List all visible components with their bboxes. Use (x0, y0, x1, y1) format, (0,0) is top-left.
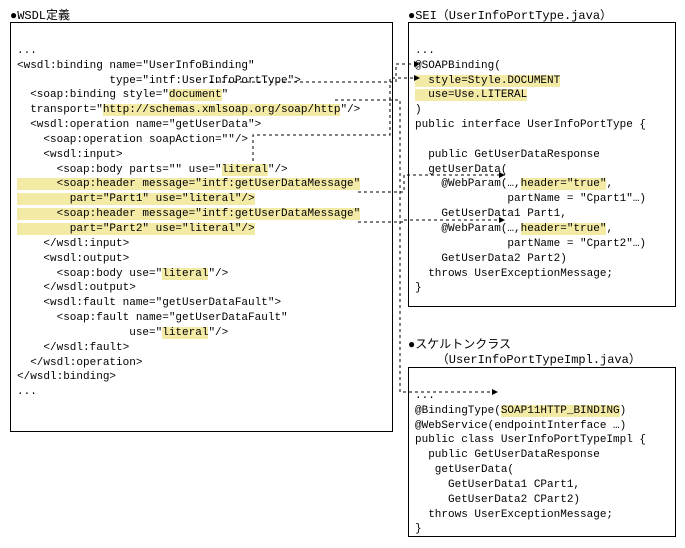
skel-l02hl: SOAP11HTTP_BINDING (501, 405, 620, 417)
wsdl-l12: <wsdl:output> (17, 253, 129, 265)
wsdl-l01: ... (17, 45, 37, 57)
skel-l05: public GetUserDataResponse (415, 449, 600, 461)
wsdl-l14: </wsdl:output> (17, 282, 136, 294)
sei-title: ●SEI（UserInfoPortType.java） (408, 6, 612, 23)
wsdl-l03b: " (222, 89, 229, 101)
wsdl-l07: <wsdl:input> (17, 149, 123, 161)
sei-panel: ... @SOAPBinding( style=Style.DOCUMENT u… (408, 22, 676, 307)
wsdl-l17hl: literal (162, 327, 208, 339)
sei-l11: partName = "Cpart1"…) (415, 193, 646, 205)
wsdl-l17a: use=" (17, 327, 162, 339)
wsdl-l05: <wsdl:operation name="getUserData"> (17, 119, 261, 131)
wsdl-l03hl: document (169, 89, 222, 101)
skel-l10: } (415, 523, 422, 535)
skel-l04: public class UserInfoPortTypeImpl { (415, 434, 646, 446)
sei-l13hl: header="true" (521, 223, 607, 235)
wsdl-l20: </wsdl:binding> (17, 371, 116, 383)
wsdl-l13b: "/> (208, 268, 228, 280)
sei-l17: } (415, 282, 422, 294)
sei-l06: public interface UserInfoPortType { (415, 119, 646, 131)
skel-l06: getUserData( (415, 464, 514, 476)
sei-l09: getUserData( (415, 164, 507, 176)
wsdl-l18: </wsdl:fault> (17, 342, 129, 354)
skel-l02a: @BindingType( (415, 405, 501, 417)
wsdl-l17b: "/> (208, 327, 228, 339)
wsdl-l11: </wsdl:input> (17, 238, 129, 250)
wsdl-l09hl1: <soap:header message="intf:getUserDataMe… (17, 178, 360, 190)
wsdl-l03a: <soap:binding style=" (17, 89, 169, 101)
sei-l07 (415, 134, 422, 146)
sei-l14: partName = "Cpart2"…) (415, 238, 646, 250)
skel-l09: throws UserExceptionMessage; (415, 509, 613, 521)
wsdl-l02b: type="intf:UserInfoPortType"> (17, 75, 301, 87)
wsdl-l08a: <soap:body parts="" use=" (17, 164, 222, 176)
wsdl-l10hl1: <soap:header message="intf:getUserDataMe… (17, 208, 360, 220)
sei-l16: throws UserExceptionMessage; (415, 268, 613, 280)
skel-l07: GetUserData1 CPart1, (415, 479, 580, 491)
wsdl-title: ●WSDL定義 (10, 6, 70, 23)
wsdl-l13a: <soap:body use=" (17, 268, 162, 280)
wsdl-l08b: "/> (268, 164, 288, 176)
sei-l08: public GetUserDataResponse (415, 149, 600, 161)
sei-l03hl: style=Style.DOCUMENT (415, 75, 560, 87)
sei-l10hl: header="true" (521, 178, 607, 190)
sei-l05: ) (415, 104, 422, 116)
sei-l01: ... (415, 45, 435, 57)
sei-l13a: @WebParam(…, (415, 223, 521, 235)
sei-l13b: , (606, 223, 613, 235)
sei-l04hl: use=Use.LITERAL (415, 89, 527, 101)
wsdl-l08hl: literal (222, 164, 268, 176)
skel-l02b: ) (620, 405, 627, 417)
wsdl-l10hl2: part="Part2" use="literal"/> (17, 223, 255, 235)
wsdl-l09hl2: part="Part1" use="literal"/> (17, 193, 255, 205)
skel-l08: GetUserData2 CPart2) (415, 494, 580, 506)
sei-l15: GetUserData2 Part2) (415, 253, 567, 265)
skel-subtitle: （UserInfoPortTypeImpl.java） (408, 350, 641, 367)
wsdl-panel: ... <wsdl:binding name="UserInfoBinding"… (10, 22, 393, 432)
skel-l03: @WebService(endpointInterface …) (415, 420, 626, 432)
wsdl-l04b: "/> (340, 104, 360, 116)
wsdl-l02a: <wsdl:binding name="UserInfoBinding" (17, 60, 255, 72)
wsdl-l15: <wsdl:fault name="getUserDataFault"> (17, 297, 281, 309)
sei-l10a: @WebParam(…, (415, 178, 521, 190)
wsdl-l16: <soap:fault name="getUserDataFault" (17, 312, 288, 324)
wsdl-l06: <soap:operation soapAction=""/> (17, 134, 248, 146)
wsdl-l19: </wsdl:operation> (17, 357, 142, 369)
skel-l01: ... (415, 390, 435, 402)
wsdl-l04a: transport=" (17, 104, 103, 116)
skel-panel: ... @BindingType(SOAP11HTTP_BINDING) @We… (408, 367, 676, 537)
sei-l10b: , (606, 178, 613, 190)
wsdl-l04hl: http://schemas.xmlsoap.org/soap/http (103, 104, 341, 116)
sei-l02: @SOAPBinding( (415, 60, 501, 72)
sei-l12: GetUserData1 Part1, (415, 208, 567, 220)
wsdl-l21: ... (17, 386, 37, 398)
wsdl-l13hl: literal (162, 268, 208, 280)
